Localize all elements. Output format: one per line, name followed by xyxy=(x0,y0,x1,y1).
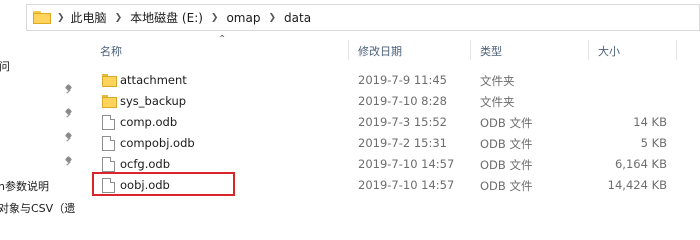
pin-icon[interactable] xyxy=(64,131,73,142)
file-modified: 2019-7-3 15:52 xyxy=(358,115,447,129)
chevron-right-icon[interactable]: ❯ xyxy=(57,13,65,23)
file-name: comp.odb xyxy=(120,115,178,129)
file-row-oobj-odb[interactable]: oobj.odb 2019-7-10 14:57 ODB 文件 14,424 K… xyxy=(90,172,700,196)
file-icon xyxy=(102,136,115,151)
pin-icon[interactable] xyxy=(64,155,73,166)
pin-icon[interactable] xyxy=(64,107,73,118)
file-name: sys_backup xyxy=(120,94,187,108)
file-icon xyxy=(102,178,115,193)
file-type: ODB 文件 xyxy=(480,116,533,130)
chevron-right-icon[interactable]: ❯ xyxy=(115,13,123,23)
file-size: 14,424 KB xyxy=(607,178,667,192)
file-icon xyxy=(102,157,115,172)
chevron-right-icon[interactable]: ❯ xyxy=(268,13,276,23)
folder-icon xyxy=(33,11,51,24)
file-modified: 2019-7-2 15:31 xyxy=(358,136,447,150)
file-name: attachment xyxy=(120,73,187,87)
file-size: 5 KB xyxy=(640,136,667,150)
nav-item[interactable]: i问 xyxy=(0,58,10,74)
file-modified: 2019-7-10 8:28 xyxy=(358,94,447,108)
file-type: ODB 文件 xyxy=(480,137,533,151)
column-header-modified[interactable]: 修改日期 xyxy=(358,43,402,59)
file-type: ODB 文件 xyxy=(480,179,533,193)
pin-icon[interactable] xyxy=(64,83,73,94)
file-type: 文件夹 xyxy=(480,95,515,109)
column-header-type[interactable]: 类型 xyxy=(480,43,502,59)
column-divider[interactable] xyxy=(588,40,589,60)
file-size: 14 KB xyxy=(633,115,667,129)
file-type: ODB 文件 xyxy=(480,158,533,172)
column-headers: ⌃ 名称 修改日期 类型 大小 xyxy=(90,34,700,62)
column-divider[interactable] xyxy=(348,40,349,60)
file-size: 6,164 KB xyxy=(614,157,667,171)
column-divider[interactable] xyxy=(676,40,677,60)
address-box[interactable]: ❯ 此电脑 ❯ 本地磁盘 (E:) ❯ omap ❯ data xyxy=(26,4,700,31)
chevron-right-icon[interactable]: ❯ xyxy=(211,13,219,23)
file-modified: 2019-7-9 11:45 xyxy=(358,73,447,87)
file-name: oobj.odb xyxy=(120,178,170,192)
file-name: ocfg.odb xyxy=(120,157,170,171)
column-header-name[interactable]: 名称 xyxy=(100,43,122,59)
nav-item[interactable]: h参数说明 xyxy=(0,178,49,194)
file-icon xyxy=(102,115,115,130)
file-name: compobj.odb xyxy=(120,136,195,150)
folder-icon xyxy=(102,73,117,88)
breadcrumb-this-pc[interactable]: 此电脑 xyxy=(71,9,107,26)
file-row-attachment[interactable]: attachment 2019-7-9 11:45 文件夹 xyxy=(90,70,700,91)
file-row-sys-backup[interactable]: sys_backup 2019-7-10 8:28 文件夹 xyxy=(90,91,700,112)
address-bar: ❯ 此电脑 ❯ 本地磁盘 (E:) ❯ omap ❯ data xyxy=(0,0,700,36)
file-row-compobj-odb[interactable]: compobj.odb 2019-7-2 15:31 ODB 文件 5 KB xyxy=(90,133,700,154)
file-type: 文件夹 xyxy=(480,74,515,88)
column-divider[interactable] xyxy=(470,40,471,60)
file-modified: 2019-7-10 14:57 xyxy=(358,178,455,192)
nav-item[interactable]: 对象与CSV（遗 xyxy=(0,200,75,216)
column-header-size[interactable]: 大小 xyxy=(598,43,620,59)
breadcrumb-omap[interactable]: omap xyxy=(226,11,260,25)
folder-icon xyxy=(102,94,117,109)
navigation-pane: i问 h参数说明 对象与CSV（遗 xyxy=(0,36,80,215)
breadcrumb-data[interactable]: data xyxy=(284,11,311,25)
sort-ascending-icon: ⌃ xyxy=(218,34,227,45)
file-modified: 2019-7-10 14:57 xyxy=(358,157,455,171)
file-row-comp-odb[interactable]: comp.odb 2019-7-3 15:52 ODB 文件 14 KB xyxy=(90,112,700,133)
breadcrumb-drive-e[interactable]: 本地磁盘 (E:) xyxy=(130,9,203,26)
